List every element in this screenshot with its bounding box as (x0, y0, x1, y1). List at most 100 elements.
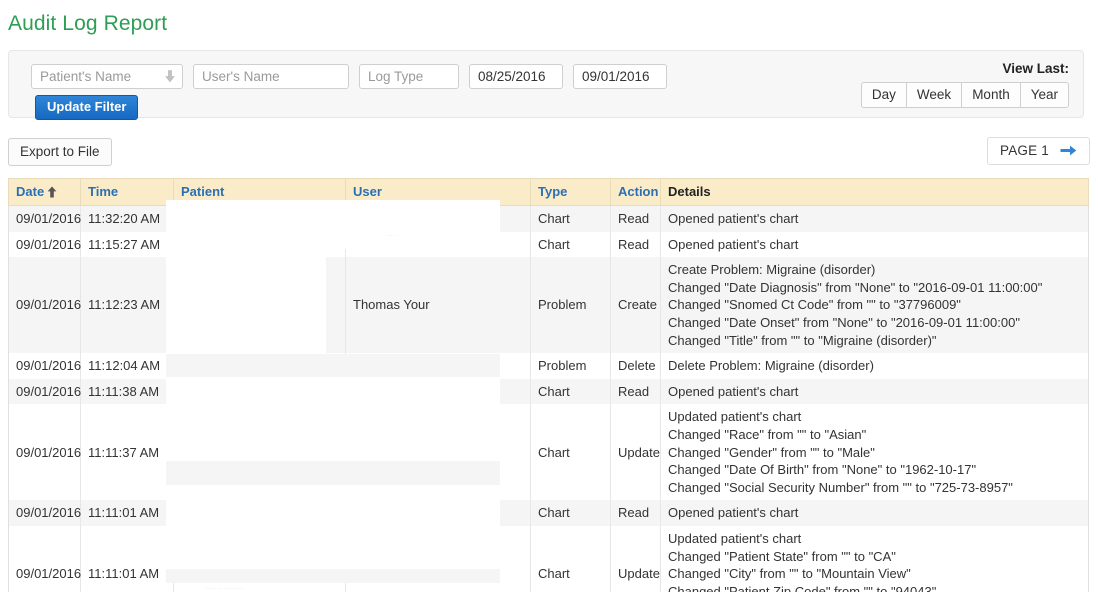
column-header-type[interactable]: Type (530, 178, 611, 206)
cell-date: 09/01/2016 (8, 500, 81, 526)
export-to-file-button[interactable]: Export to File (8, 138, 112, 166)
cell-action: Read (610, 205, 661, 232)
view-last-week-button[interactable]: Week (905, 82, 962, 108)
cell-details: Opened patient's chart (660, 205, 1089, 232)
filter-panel: Update Filter View Last: Day Week Month … (8, 50, 1084, 120)
table-row[interactable]: 09/01/2016 11:11:37 AM Chart Update Updated … (8, 404, 1089, 501)
cell-date: 09/01/2016 (8, 231, 81, 258)
cell-user (345, 378, 531, 405)
cell-time: 11:11:01 AM (80, 525, 174, 592)
column-header-action[interactable]: Action (610, 178, 661, 206)
patient-name-select-wrap (31, 64, 183, 89)
details-line: Opened patient's chart (668, 505, 799, 521)
details-line: Changed "City" from "" to "Mountain View… (668, 566, 911, 582)
log-type-input[interactable] (359, 64, 459, 89)
cell-patient (173, 257, 346, 354)
cell-details: Create Problem: Migraine (disorder) Chang… (660, 257, 1089, 354)
cell-details: Opened patient's chart (660, 500, 1089, 526)
cell-details: Updated patient's chart Changed "Race" fr… (660, 404, 1089, 501)
table-body: 09/01/2016 11:32:20 AM Chart Read Opened pat… (8, 205, 1089, 592)
cell-type: Problem (530, 353, 611, 379)
table-row[interactable]: 09/01/2016 11:11:38 AM Chart Read Opened pat… (8, 378, 1089, 405)
table-row[interactable]: 09/01/2016 11:12:04 AM Thomas Your Problem D… (8, 353, 1089, 379)
details-line: Updated patient's chart (668, 409, 802, 425)
date-to-input[interactable] (573, 64, 667, 89)
cell-details: Opened patient's chart (660, 231, 1089, 258)
cell-type: Chart (530, 378, 611, 405)
audit-log-page: Audit Log Report Update Filter View Last… (0, 0, 1098, 592)
cell-patient (173, 378, 346, 405)
page-number-label: PAGE 1 (1000, 143, 1049, 158)
cell-details: Delete Problem: Migraine (disorder) (660, 353, 1089, 379)
table-row[interactable]: 09/01/2016 11:11:01 AM Chart Update Updated … (8, 525, 1089, 592)
details-line: Changed "Date Diagnosis" from "None" to … (668, 279, 1043, 295)
column-header-time[interactable]: Time (80, 178, 174, 206)
cell-time: 11:12:23 AM (80, 257, 174, 354)
cell-action: Update (610, 404, 661, 501)
table-header: Date Time Patient User Type Action Detai… (8, 178, 1089, 206)
cell-date: 09/01/2016 (8, 353, 81, 379)
view-last-month-button[interactable]: Month (961, 82, 1020, 108)
details-line: Changed "Snomed Ct Code" from "" to "377… (668, 297, 961, 313)
cell-type: Chart (530, 525, 611, 592)
arrow-right-icon[interactable] (1060, 144, 1077, 157)
column-header-date[interactable]: Date (8, 178, 81, 206)
cell-date: 09/01/2016 (8, 404, 81, 501)
cell-time: 11:11:38 AM (80, 378, 174, 405)
details-line: Opened patient's chart (668, 211, 799, 226)
cell-time: 11:32:20 AM (80, 205, 174, 232)
cell-date: 09/01/2016 (8, 378, 81, 405)
cell-action: Delete (610, 353, 661, 379)
cell-type: Chart (530, 404, 611, 501)
table-row[interactable]: 09/01/2016 11:32:20 AM Chart Read Opened pat… (8, 205, 1089, 232)
cell-type: Chart (530, 231, 611, 258)
cell-time: 11:11:37 AM (80, 404, 174, 501)
table-row[interactable]: 09/01/2016 11:11:01 AM Chart Read Opened pat… (8, 500, 1089, 526)
table-row[interactable]: 09/01/2016 11:12:23 AM Thomas Your Problem C… (8, 257, 1089, 354)
view-last-day-button[interactable]: Day (860, 82, 906, 108)
cell-time: 11:12:04 AM (80, 353, 174, 379)
details-line: Changed "Patient Zip Code" from "" to "9… (668, 583, 937, 592)
page-title: Audit Log Report (8, 12, 168, 35)
cell-details: Updated patient's chart Changed "Patient … (660, 525, 1089, 592)
arrow-up-icon (47, 186, 57, 198)
column-header-date-label: Date (16, 184, 45, 199)
view-last-year-button[interactable]: Year (1019, 82, 1069, 108)
cell-type: Chart (530, 205, 611, 232)
cell-user (345, 231, 531, 258)
cell-type: Problem (530, 257, 611, 354)
cell-time: 11:11:01 AM (80, 500, 174, 526)
cell-patient (173, 353, 346, 379)
details-line: Create Problem: Migraine (disorder) (668, 262, 876, 278)
user-name-input[interactable] (193, 64, 349, 89)
cell-date: 09/01/2016 (8, 257, 81, 354)
cell-type: Chart (530, 500, 611, 526)
cell-action: Create (610, 257, 661, 354)
cell-action: Update (610, 525, 661, 592)
details-line: Changed "Date Of Birth" from "None" to "… (668, 462, 977, 478)
table-row[interactable]: 09/01/2016 11:15:27 AM Chart Read Opened pat… (8, 231, 1089, 258)
column-header-user[interactable]: User (345, 178, 531, 206)
details-line: Changed "Gender" from "" to "Male" (668, 444, 875, 460)
table-header-row: Date Time Patient User Type Action Detai… (8, 178, 1089, 206)
details-line: Updated patient's chart (668, 530, 802, 546)
cell-user (345, 205, 531, 232)
cell-action: Read (610, 500, 661, 526)
update-filter-button[interactable]: Update Filter (35, 95, 139, 120)
column-header-details: Details (660, 178, 1089, 206)
column-header-patient[interactable]: Patient (173, 178, 346, 206)
patient-name-input[interactable] (31, 64, 183, 89)
cell-date: 09/01/2016 (8, 205, 81, 232)
cell-user: Thomas Your (345, 257, 531, 354)
details-line: Changed "Patient State" from "" to "CA" (668, 548, 896, 564)
cell-user (345, 525, 531, 592)
cell-user (345, 404, 531, 501)
cell-user: Thomas Your (345, 353, 531, 379)
cell-patient (173, 500, 346, 526)
pagination-control[interactable]: PAGE 1 (987, 137, 1090, 165)
cell-user (345, 500, 531, 526)
cell-patient (173, 404, 346, 501)
cell-patient (173, 205, 346, 232)
date-from-input[interactable] (469, 64, 563, 89)
audit-log-table-container: Date Time Patient User Type Action Detai… (8, 178, 1089, 592)
